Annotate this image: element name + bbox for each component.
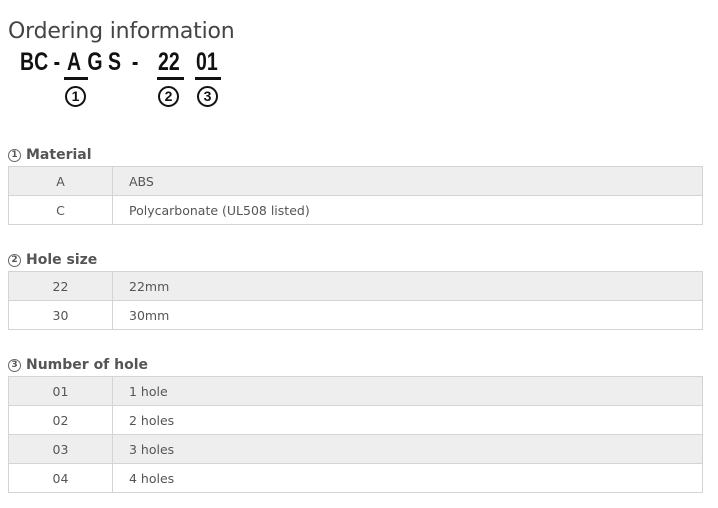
number-of-hole-section: 3 Number of hole 01 1 hole 02 2 holes 03… — [8, 354, 703, 493]
code-marker-1: 1 — [65, 86, 86, 107]
number-of-hole-heading: 3 Number of hole — [8, 354, 703, 376]
material-heading: 1 Material — [8, 144, 703, 166]
hole-size-heading-label: Hole size — [26, 252, 98, 268]
table-row: C Polycarbonate (UL508 listed) — [8, 195, 703, 225]
number-of-hole-heading-label: Number of hole — [26, 357, 149, 373]
option-code: 30 — [8, 300, 113, 330]
code-underline-hole-count — [195, 77, 221, 80]
option-code: A — [8, 166, 113, 196]
code-hole-count: 01 — [196, 48, 218, 76]
table-row: 04 4 holes — [8, 463, 703, 493]
table-row: 22 22mm — [8, 271, 703, 301]
material-heading-label: Material — [26, 147, 92, 163]
option-code: 02 — [8, 405, 113, 435]
code-underline-material — [64, 77, 88, 80]
code-material-char: A — [67, 48, 82, 76]
material-section: 1 Material A ABS C Polycarbonate (UL508 … — [8, 144, 703, 225]
table-row: 30 30mm — [8, 300, 703, 330]
option-code: 22 — [8, 271, 113, 301]
table-row: 03 3 holes — [8, 434, 703, 464]
table-row: 01 1 hole — [8, 376, 703, 406]
code-underline-hole-size — [157, 77, 184, 80]
option-description: 3 holes — [112, 434, 703, 464]
hole-size-heading: 2 Hole size — [8, 249, 703, 271]
code-hole-size: 22 — [158, 48, 180, 76]
hole-size-section: 2 Hole size 22 22mm 30 30mm — [8, 249, 703, 330]
option-description: 30mm — [112, 300, 703, 330]
table-row: 02 2 holes — [8, 405, 703, 435]
hole-size-table: 22 22mm 30 30mm — [8, 271, 703, 330]
code-suffix: G S - — [82, 48, 144, 76]
option-code: 04 — [8, 463, 113, 493]
option-description: ABS — [112, 166, 703, 196]
code-marker-2: 2 — [158, 86, 179, 107]
number-of-hole-table: 01 1 hole 02 2 holes 03 3 holes 04 4 hol… — [8, 376, 703, 493]
code-prefix: BC - — [20, 48, 66, 76]
option-code: C — [8, 195, 113, 225]
section-marker-1: 1 — [8, 148, 21, 162]
option-code: 03 — [8, 434, 113, 464]
option-description: 1 hole — [112, 376, 703, 406]
material-table: A ABS C Polycarbonate (UL508 listed) — [8, 166, 703, 225]
table-row: A ABS — [8, 166, 703, 196]
option-description: 4 holes — [112, 463, 703, 493]
section-marker-3: 3 — [8, 358, 21, 372]
option-description: Polycarbonate (UL508 listed) — [112, 195, 703, 225]
ordering-code-diagram: BC - A G S - 22 01 1 2 3 — [0, 0, 718, 120]
code-marker-3: 3 — [197, 86, 218, 107]
option-description: 2 holes — [112, 405, 703, 435]
section-marker-2: 2 — [8, 253, 21, 267]
option-code: 01 — [8, 376, 113, 406]
option-description: 22mm — [112, 271, 703, 301]
